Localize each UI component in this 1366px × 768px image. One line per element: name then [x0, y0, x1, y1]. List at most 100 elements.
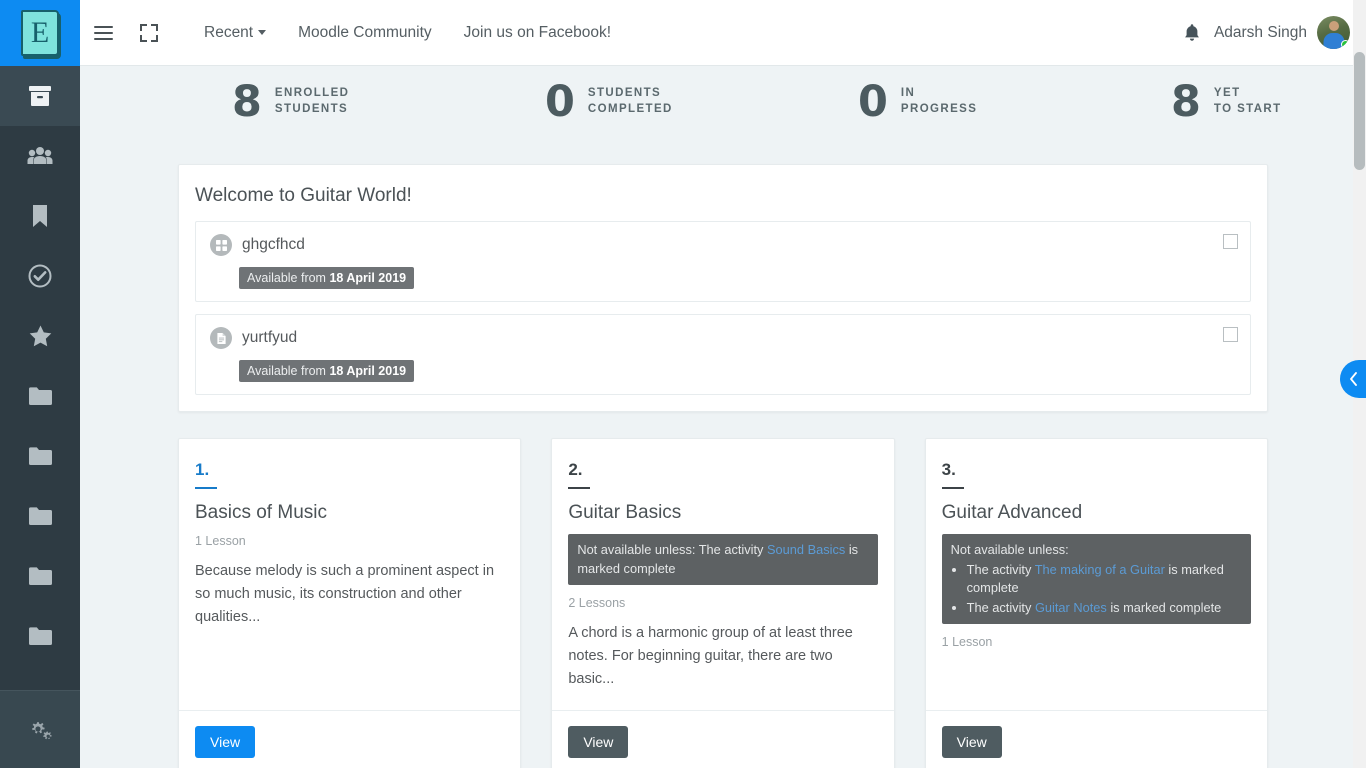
- users-group-icon: [27, 147, 53, 164]
- course-title[interactable]: Basics of Music: [195, 502, 504, 524]
- course-card: 1. Basics of Music 1 Lesson Because melo…: [178, 438, 522, 768]
- stat-label-line2: PROGRESS: [900, 103, 978, 115]
- activity-completion-checkbox[interactable]: [1223, 327, 1238, 342]
- online-status-indicator: [1341, 40, 1350, 49]
- nav-link-facebook[interactable]: Join us on Facebook!: [448, 0, 627, 66]
- course-grid: 1. Basics of Music 1 Lesson Because melo…: [178, 438, 1268, 768]
- sidebar-item-archive[interactable]: [0, 66, 80, 126]
- app-logo[interactable]: E: [0, 0, 80, 66]
- chevron-down-icon: [258, 29, 267, 35]
- availability-badge: Available from 18 April 2019: [239, 360, 415, 382]
- fullscreen-icon: [140, 23, 158, 42]
- sidebar-item-folder-5[interactable]: [0, 606, 80, 666]
- top-navigation-bar: Recent Moodle Community Join us on Faceb…: [80, 0, 1366, 66]
- sidebar-item-starred[interactable]: [0, 306, 80, 366]
- avatar-head: [1328, 21, 1339, 31]
- course-restriction-notice: Not available unless: The activity The m…: [941, 534, 1251, 625]
- stat-label-line1: IN: [900, 87, 916, 100]
- course-lesson-count: 2 Lessons: [568, 596, 626, 611]
- main-content: 8 ENROLLED STUDENTS 0 STUDENTS COMPLETED…: [80, 66, 1366, 768]
- notifications-button[interactable]: [1170, 23, 1214, 43]
- folder-icon: [29, 387, 52, 405]
- bookmark-icon: [33, 205, 47, 227]
- folder-icon: [29, 627, 52, 645]
- folder-icon: [29, 567, 52, 585]
- activity-header: yurtfyud: [210, 327, 1236, 349]
- nav-link-recent-label: Recent: [204, 23, 254, 41]
- course-number: 1.: [195, 460, 210, 479]
- check-circle-icon: [28, 264, 52, 288]
- restriction-activity-link[interactable]: Sound Basics: [767, 542, 845, 557]
- course-card: 2. Guitar Basics Not available unless: T…: [551, 438, 895, 768]
- stat-label: IN PROGRESS: [901, 86, 977, 117]
- stat-label-line1: YET: [1213, 87, 1241, 100]
- course-card-footer: View: [179, 709, 521, 768]
- course-number-underline: [568, 487, 591, 489]
- activity-row[interactable]: yurtfyud Available from 18 April 2019: [195, 314, 1251, 395]
- stat-value: 8: [232, 76, 262, 127]
- course-stats-bar: 8 ENROLLED STUDENTS 0 STUDENTS COMPLETED…: [80, 66, 1366, 138]
- stat-label-line1: STUDENTS: [587, 87, 662, 100]
- restriction-item-prefix: The activity: [966, 599, 1035, 615]
- availability-date: 18 April 2019: [329, 271, 407, 285]
- view-course-button[interactable]: View: [941, 725, 1002, 758]
- sidebar-item-bookmark[interactable]: [0, 186, 80, 246]
- user-name-label[interactable]: Adarsh Singh: [1214, 24, 1307, 42]
- sidebar-item-users[interactable]: [0, 126, 80, 186]
- restriction-list-item: The activity The making of a Guitar is m…: [967, 561, 1242, 598]
- sidebar-item-completed[interactable]: [0, 246, 80, 306]
- course-lesson-count: 1 Lesson: [941, 635, 993, 650]
- sidebar-item-folder-2[interactable]: [0, 426, 80, 486]
- archive-box-icon: [29, 86, 51, 106]
- stat-label-line2: TO START: [1213, 103, 1282, 115]
- course-card-body: 3. Guitar Advanced Not available unless:…: [926, 439, 1267, 710]
- course-title[interactable]: Guitar Advanced: [942, 502, 1251, 524]
- view-course-button[interactable]: View: [568, 725, 629, 758]
- course-card-footer: View: [552, 709, 894, 768]
- folder-icon: [29, 447, 52, 465]
- gears-settings-icon: [32, 721, 52, 739]
- course-description: A chord is a harmonic group of at least …: [568, 625, 853, 688]
- stat-value: 0: [545, 76, 575, 127]
- stat-in-progress: 0 IN PROGRESS: [740, 76, 1053, 127]
- course-description: Because melody is such a prominent aspec…: [195, 563, 495, 626]
- book-logo-icon: E: [21, 10, 59, 56]
- stat-label-line2: STUDENTS: [274, 103, 349, 115]
- activity-name[interactable]: ghgcfhcd: [242, 236, 305, 254]
- sidebar-item-settings[interactable]: [0, 690, 80, 768]
- fullscreen-toggle-button[interactable]: [126, 0, 172, 66]
- course-number-underline: [941, 487, 964, 489]
- logo-letter: E: [30, 16, 50, 49]
- activity-row[interactable]: ghgcfhcd Available from 18 April 2019: [195, 221, 1251, 302]
- activity-completion-checkbox[interactable]: [1223, 234, 1238, 249]
- sidebar-item-list: [0, 66, 80, 690]
- restriction-activity-link[interactable]: Guitar Notes: [1035, 600, 1107, 615]
- menu-toggle-button[interactable]: [80, 0, 126, 66]
- nav-link-moodle-community[interactable]: Moodle Community: [282, 0, 448, 66]
- scrollbar-thumb[interactable]: [1354, 52, 1365, 170]
- view-course-button[interactable]: View: [195, 725, 256, 758]
- restriction-item-prefix: The activity: [966, 561, 1035, 577]
- availability-prefix: Available from: [247, 364, 330, 378]
- restriction-heading: Not available unless:: [950, 542, 1069, 557]
- stat-label-line1: ENROLLED: [274, 87, 350, 100]
- nav-link-recent[interactable]: Recent: [188, 0, 282, 66]
- stat-label: STUDENTS COMPLETED: [588, 86, 673, 117]
- stat-value: 8: [1171, 76, 1201, 127]
- activity-name[interactable]: yurtfyud: [242, 329, 297, 347]
- page-title: Welcome to Guitar World!: [195, 185, 412, 206]
- course-number: 2.: [568, 460, 583, 479]
- availability-badge: Available from 18 April 2019: [239, 267, 415, 289]
- stat-enrolled-students: 8 ENROLLED STUDENTS: [80, 76, 427, 127]
- restriction-activity-link[interactable]: The making of a Guitar: [1035, 562, 1165, 577]
- bell-icon: [1185, 23, 1199, 41]
- avatar[interactable]: [1317, 16, 1350, 49]
- sidebar-item-folder-1[interactable]: [0, 366, 80, 426]
- course-title[interactable]: Guitar Basics: [568, 502, 877, 524]
- course-card: 3. Guitar Advanced Not available unless:…: [924, 438, 1268, 768]
- stat-value: 0: [858, 76, 888, 127]
- app-root: E Recent Moodle Community Join us on Fac…: [0, 0, 1366, 768]
- sidebar-item-folder-4[interactable]: [0, 546, 80, 606]
- content-container: Welcome to Guitar World! ghgcfhcd Availa…: [80, 164, 1366, 768]
- sidebar-item-folder-3[interactable]: [0, 486, 80, 546]
